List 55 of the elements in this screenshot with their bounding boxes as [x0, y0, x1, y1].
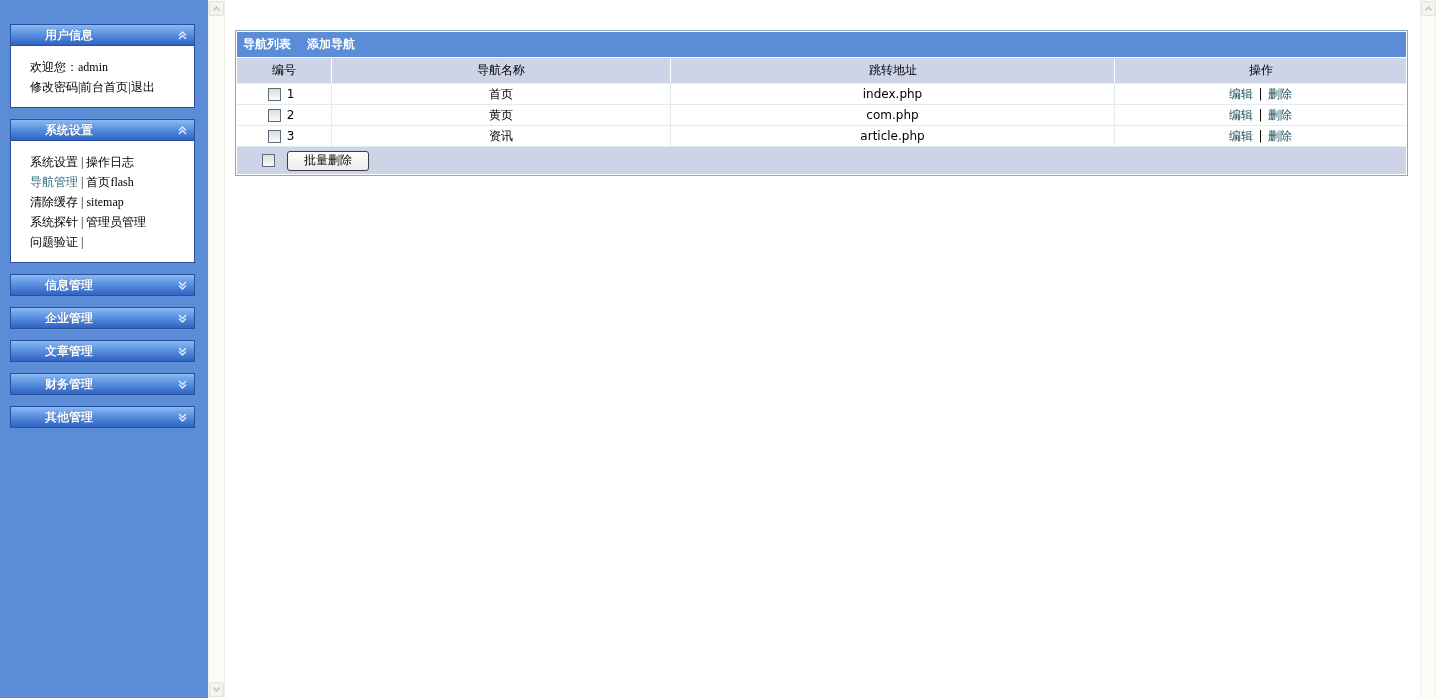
sidebar-link[interactable]: 首页flash	[86, 172, 134, 192]
link-separator: |	[78, 79, 81, 96]
sidebar-link[interactable]: 清除缓存	[30, 192, 78, 212]
column-header: 编号	[237, 57, 331, 83]
scroll-up-button[interactable]	[209, 1, 224, 16]
action-link[interactable]: 编辑	[1229, 106, 1254, 124]
scroll-up-button[interactable]	[1420, 1, 1436, 16]
link-separator: |	[1258, 87, 1263, 101]
sidebar-link[interactable]: 修改密码	[30, 77, 78, 97]
sidebar-link[interactable]: sitemap	[86, 192, 124, 212]
chevron-up-icon	[213, 6, 220, 11]
row-checkbox[interactable]	[267, 87, 281, 101]
sidebar-link[interactable]: 退出	[130, 77, 155, 97]
scroll-down-button[interactable]	[209, 682, 224, 697]
sidebar-link[interactable]: 操作日志	[86, 152, 135, 172]
link-separator: |	[1258, 129, 1263, 143]
sidebar-link[interactable]: 前台首页	[80, 77, 129, 97]
column-header: 导航名称	[331, 57, 670, 83]
row-checkbox[interactable]	[267, 108, 281, 122]
table-cell: index.php	[670, 83, 1114, 104]
action-link[interactable]: 删除	[1267, 106, 1292, 124]
row-number: 3	[286, 129, 295, 143]
link-separator: |	[81, 174, 84, 191]
action-link[interactable]: 编辑	[1229, 85, 1254, 103]
scrollbar-track[interactable]	[1420, 0, 1436, 698]
column-header: 操作	[1114, 57, 1406, 83]
table-cell: 黄页	[331, 104, 670, 125]
link-separator: |	[81, 154, 84, 171]
sidebar-link[interactable]: 导航管理	[30, 172, 78, 192]
sidebar-link[interactable]: 系统探针	[30, 212, 78, 232]
action-link[interactable]: 删除	[1267, 85, 1292, 103]
row-number: 2	[286, 108, 295, 122]
greeting-text: 欢迎您：admin	[30, 59, 108, 76]
row-number: 1	[286, 87, 295, 101]
select-all-checkbox[interactable]	[262, 154, 275, 167]
row-checkbox[interactable]	[267, 129, 281, 143]
sidebar-link[interactable]: 管理员管理	[86, 212, 147, 232]
chevron-down-icon	[213, 687, 220, 692]
scrollbar-track[interactable]	[208, 0, 225, 698]
link-separator: |	[81, 194, 84, 211]
sidebar-link[interactable]: 系统设置	[30, 152, 78, 172]
table-cell: com.php	[670, 104, 1114, 125]
link-separator: |	[81, 234, 84, 251]
table-cell: article.php	[670, 125, 1114, 146]
action-link[interactable]: 删除	[1267, 127, 1292, 145]
batch-delete-button[interactable]: 批量删除	[287, 150, 369, 171]
chevron-up-icon	[1424, 6, 1432, 11]
action-link[interactable]: 编辑	[1229, 127, 1254, 145]
table-cell: 首页	[331, 83, 670, 104]
sidebar-link[interactable]: 问题验证	[30, 232, 78, 252]
column-header: 跳转地址	[670, 57, 1114, 83]
link-separator: |	[128, 79, 131, 96]
table-cell: 资讯	[331, 125, 670, 146]
link-separator: |	[81, 214, 84, 231]
link-separator: |	[1258, 108, 1263, 122]
